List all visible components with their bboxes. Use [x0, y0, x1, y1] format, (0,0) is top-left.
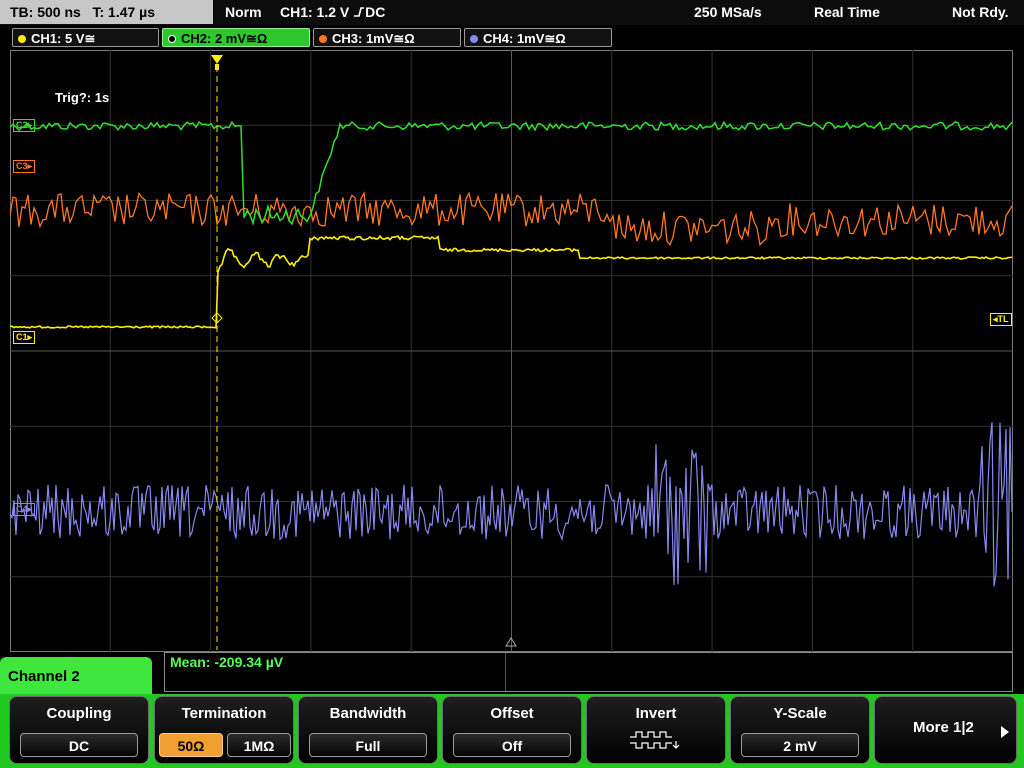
- trigger-source[interactable]: CH1: 1.2 V DC: [280, 0, 385, 24]
- acquisition-mode: Real Time: [814, 4, 880, 20]
- channel-4-label: CH4: 1mV≅Ω: [483, 31, 566, 46]
- channel-2-dot-icon: [168, 35, 176, 43]
- mean-measurement: Mean: -209.34 µV: [170, 654, 284, 670]
- channel-4-marker[interactable]: C4▸: [13, 503, 36, 516]
- channel-4-tab[interactable]: CH4: 1mV≅Ω: [464, 28, 612, 47]
- offset-value[interactable]: Off: [453, 733, 571, 757]
- invert-softkey[interactable]: Invert: [586, 696, 726, 764]
- termination-50ohm[interactable]: 50Ω: [159, 733, 223, 757]
- channel-2-label: CH2: 2 mV≅Ω: [181, 31, 268, 46]
- graticule-grid: [10, 50, 1013, 652]
- timebase-value: TB: 500 ns: [10, 4, 81, 20]
- yscale-title: Y-Scale: [773, 705, 827, 722]
- trigger-coupling: DC: [365, 4, 386, 20]
- channel-3-marker-label: C3: [16, 161, 28, 171]
- trigger-level-label: TL: [997, 314, 1009, 324]
- bandwidth-softkey[interactable]: Bandwidth Full: [298, 696, 438, 764]
- channel-1-marker[interactable]: C1▸: [13, 331, 36, 344]
- channel-1-dot-icon: [18, 35, 26, 43]
- trigger-info: Trig?: 1s: [55, 90, 110, 105]
- termination-1mohm[interactable]: 1MΩ: [227, 733, 291, 757]
- more-label: More 1|2: [913, 719, 974, 736]
- waveform-canvas[interactable]: [10, 50, 1013, 652]
- trigger-position-marker-icon: [211, 55, 223, 70]
- channel-3-marker[interactable]: C3▸: [13, 160, 36, 173]
- yscale-value[interactable]: 2 mV: [741, 733, 859, 757]
- trigger-mode[interactable]: Norm: [225, 0, 262, 24]
- bandwidth-title: Bandwidth: [329, 705, 407, 722]
- termination-title: Termination: [181, 705, 267, 722]
- yscale-softkey[interactable]: Y-Scale 2 mV: [730, 696, 870, 764]
- status-bar: TB: 500 ns T: 1.47 µs Norm CH1: 1.2 V DC…: [0, 0, 1024, 25]
- more-softkey[interactable]: More 1|2: [874, 696, 1017, 764]
- channel-row: CH1: 5 V≅ CH2: 2 mV≅Ω CH3: 1mV≅Ω CH4: 1m…: [0, 26, 1024, 48]
- trigger-time-value: T: 1.47 µs: [92, 4, 156, 20]
- measurement-divider: [505, 653, 506, 691]
- rising-edge-icon: [354, 7, 365, 17]
- acquisition-status: Not Rdy.: [952, 4, 1009, 20]
- coupling-value[interactable]: DC: [20, 733, 138, 757]
- arrow-right-icon: [1001, 726, 1009, 738]
- termination-softkey[interactable]: Termination 50Ω 1MΩ: [154, 696, 294, 764]
- sample-rate: 250 MSa/s: [694, 4, 762, 20]
- coupling-softkey[interactable]: Coupling DC: [9, 696, 149, 764]
- channel-2-marker[interactable]: C2▸: [13, 119, 36, 132]
- channel-1-label: CH1: 5 V≅: [31, 31, 96, 46]
- channel-4-dot-icon: [470, 35, 478, 43]
- channel-3-dot-icon: [319, 35, 327, 43]
- measurement-bar: Mean: -209.34 µV: [164, 652, 1013, 692]
- trigger-source-label: CH1: 1.2 V: [280, 4, 350, 20]
- coupling-title: Coupling: [46, 705, 112, 722]
- trigger-level-marker[interactable]: ◂TL: [990, 313, 1012, 326]
- channel-1-tab[interactable]: CH1: 5 V≅: [12, 28, 159, 47]
- timebase-box[interactable]: TB: 500 ns T: 1.47 µs: [0, 0, 213, 24]
- invert-title: Invert: [635, 705, 677, 722]
- softkey-bar: Coupling DC Termination 50Ω 1MΩ Bandwidt…: [0, 694, 1024, 768]
- offset-title: Offset: [490, 705, 534, 722]
- bandwidth-value[interactable]: Full: [309, 733, 427, 757]
- channel-2-tab[interactable]: CH2: 2 mV≅Ω: [162, 28, 310, 47]
- channel-3-tab[interactable]: CH3: 1mV≅Ω: [313, 28, 461, 47]
- channel-3-label: CH3: 1mV≅Ω: [332, 31, 415, 46]
- invert-waveform-icon: [630, 731, 680, 749]
- offset-softkey[interactable]: Offset Off: [442, 696, 582, 764]
- channel-menu-title: Channel 2: [0, 657, 152, 697]
- channel-4-marker-label: C4: [16, 504, 28, 514]
- channel-2-marker-label: C2: [16, 120, 28, 130]
- channel-1-marker-label: C1: [16, 332, 28, 342]
